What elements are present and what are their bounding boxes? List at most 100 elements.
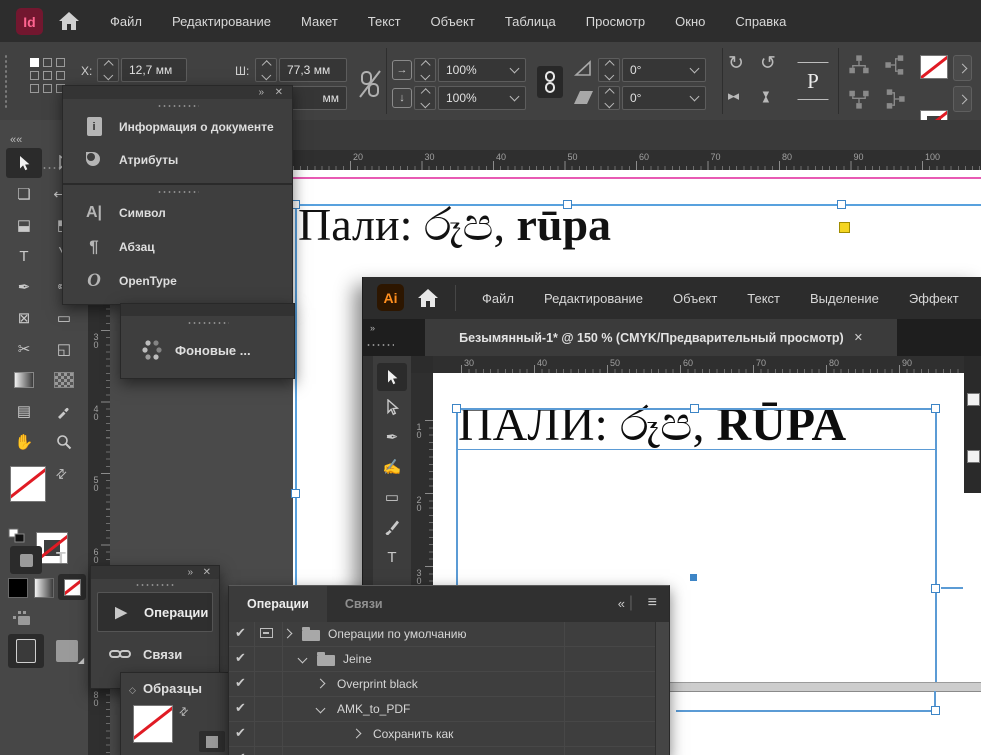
illustrator-menu-просмотр[interactable]: Просмотр (974, 291, 981, 306)
flyout-item-attributes[interactable]: Атрибуты (63, 143, 292, 176)
flyout-item-character[interactable]: A|Символ (63, 196, 292, 230)
flyout-item-opentype[interactable]: OOpenType (63, 264, 292, 298)
default-fill-stroke-icon[interactable] (8, 528, 26, 544)
flyout-item-paragraph[interactable]: ¶Абзац (63, 230, 292, 264)
ai-handle-bottom-right[interactable] (931, 706, 940, 715)
ai-handle-top-left[interactable] (452, 404, 461, 413)
illustrator-document-text[interactable]: ПАЛИ: රූප, RŪPA (458, 397, 846, 453)
indesign-menu-справка[interactable]: Справка (720, 14, 801, 29)
selection-tool[interactable] (6, 148, 42, 178)
collapse-icon[interactable] (298, 654, 308, 664)
home-icon[interactable] (58, 11, 80, 31)
toggle-item-check[interactable]: ✔ (235, 675, 246, 691)
pen-tool[interactable]: ✒ (6, 272, 42, 302)
action-row[interactable]: ✔AMK_to_PDF (229, 697, 669, 722)
frame-handle-top-right[interactable] (837, 200, 846, 209)
indesign-logo-icon[interactable]: Id (16, 8, 43, 35)
flip-vertical-icon[interactable]: ▸◂ (759, 91, 775, 100)
width-input[interactable]: 77,3 мм (279, 58, 347, 82)
home-icon[interactable] (417, 288, 439, 308)
apply-color-button[interactable] (8, 578, 28, 598)
rectangle-tool[interactable]: ▭ (46, 303, 82, 333)
ai-selection-left[interactable] (456, 408, 458, 585)
panel-group2-gripper[interactable] (157, 190, 199, 195)
shear-combo[interactable]: 0° (622, 86, 706, 110)
illustrator-menu-текст[interactable]: Текст (732, 291, 795, 306)
rotate-ccw-icon[interactable]: ↺ (760, 52, 776, 75)
gradient-feather-tool[interactable] (46, 365, 82, 395)
ai-handle-top-mid[interactable] (690, 404, 699, 413)
indesign-menu-просмотр[interactable]: Просмотр (571, 14, 660, 29)
expand-icon[interactable] (283, 629, 293, 639)
illustrator-menu-объект[interactable]: Объект (658, 291, 732, 306)
margin-guide[interactable] (293, 177, 981, 179)
selection-tool[interactable] (377, 363, 407, 391)
corner-options-yellow-handle[interactable] (839, 222, 850, 233)
shear-stepper[interactable] (598, 86, 620, 110)
normal-view-mode-button[interactable] (8, 634, 44, 668)
frame-tool[interactable]: ⊠ (6, 303, 42, 333)
constrain-scale-link-icon[interactable] (537, 66, 563, 98)
expand-icon[interactable] (316, 679, 326, 689)
indesign-menu-таблица[interactable]: Таблица (490, 14, 571, 29)
panel-expand-icon[interactable]: » (258, 86, 264, 99)
panel-close-icon[interactable]: ✕ (275, 86, 283, 99)
panel-gripper[interactable] (135, 583, 175, 588)
preview-mode-flyout-icon[interactable]: ◢ (78, 656, 84, 665)
mini-panel-item-links[interactable]: Связи (97, 635, 211, 673)
indesign-menu-окно[interactable]: Окно (660, 14, 720, 29)
zoom-tool[interactable] (46, 427, 82, 457)
indesign-menu-файл[interactable]: Файл (95, 14, 157, 29)
page-tool[interactable]: ❏ (6, 179, 42, 209)
collapsed-panel-icon[interactable] (967, 393, 980, 406)
frame-handle-left-mid[interactable] (291, 489, 300, 498)
frame-handle-top-mid[interactable] (563, 200, 572, 209)
fill-color-swatch[interactable] (920, 55, 948, 79)
swatches-fill-none[interactable] (133, 705, 173, 743)
toolbar-fill-swatch[interactable] (10, 466, 46, 502)
view-options-icon[interactable] (12, 610, 32, 626)
preview-mode-button[interactable] (56, 640, 78, 662)
rotation-stepper[interactable] (598, 58, 620, 82)
panel-collapse-icon[interactable]: ◇ (129, 685, 136, 696)
indesign-menu-текст[interactable]: Текст (353, 14, 416, 29)
formatting-affects-container-button[interactable] (10, 546, 42, 574)
rotate-cw-icon[interactable]: ↻ (728, 52, 744, 75)
swap-fill-stroke-icon[interactable]: ⇄ (176, 704, 192, 720)
type-tool[interactable]: T (6, 241, 42, 271)
document-tab[interactable]: Безымянный-1* @ 150 % (CMYK/Предваритель… (425, 319, 897, 356)
background-tasks-item[interactable]: Фоновые ... (121, 332, 294, 368)
free-transform-tool[interactable]: ◱ (46, 334, 82, 364)
eyedropper-tool[interactable] (46, 396, 82, 426)
illustrator-menu-файл[interactable]: Файл (467, 291, 529, 306)
pen-tool[interactable]: ✒ (377, 423, 407, 451)
action-row[interactable]: ✔Jeine (229, 647, 669, 672)
ai-handle-right-mid[interactable] (931, 584, 940, 593)
ai-selection-bottom[interactable] (676, 710, 935, 712)
unconstrain-dimensions-icon[interactable] (358, 67, 382, 101)
panel-menu-icon[interactable]: ≡ (648, 594, 657, 612)
illustrator-ruler-corner[interactable] (411, 356, 433, 373)
action-row[interactable]: ✔ (229, 747, 669, 755)
expand-icon[interactable] (352, 729, 362, 739)
direct-selection-tool[interactable] (377, 393, 407, 421)
apply-gradient-button[interactable] (34, 578, 54, 598)
fill-color-expand-button[interactable] (953, 55, 972, 81)
ai-center-point[interactable] (690, 574, 697, 581)
content-collector-tool[interactable]: ⬓ (6, 210, 42, 240)
note-tool[interactable]: ▤ (6, 396, 42, 426)
panel-collapse-icon[interactable]: « (618, 596, 625, 611)
dock-expand-icon[interactable]: » (370, 323, 375, 333)
gradient-swatch-tool[interactable] (6, 365, 42, 395)
illustrator-logo-icon[interactable]: Ai (377, 284, 404, 311)
width-stepper[interactable] (255, 58, 277, 82)
x-input[interactable]: 12,7 мм (121, 58, 187, 82)
rectangle-tool[interactable]: ▭ (377, 483, 407, 511)
apply-none-button[interactable] (58, 574, 86, 600)
illustrator-menu-редактирование[interactable]: Редактирование (529, 291, 658, 306)
action-row[interactable]: ✔Операции по умолчанию (229, 622, 669, 647)
reference-point-proxy[interactable] (30, 58, 65, 93)
panel-group1-gripper[interactable] (157, 104, 199, 109)
panel-expand-icon[interactable]: » (187, 566, 193, 579)
dock-gripper[interactable] (366, 343, 394, 348)
